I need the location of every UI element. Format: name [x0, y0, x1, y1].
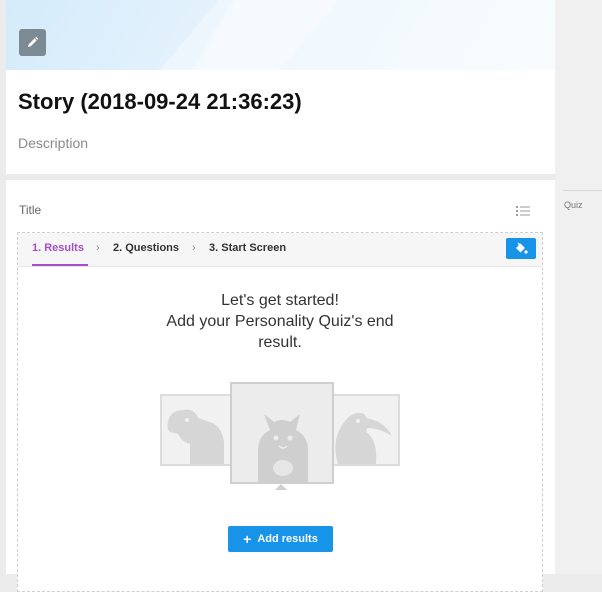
- cover-image: [6, 0, 555, 70]
- right-sidebar: Quiz: [555, 0, 602, 574]
- cat-card: [230, 382, 334, 484]
- intro-line-2: Add your Personality Quiz's end: [166, 313, 394, 330]
- active-tab-underline: [32, 264, 88, 266]
- description-field[interactable]: Description: [18, 135, 88, 151]
- chevron-right-icon: ›: [96, 242, 100, 254]
- dog-card: [160, 394, 232, 466]
- intro-line-1: Let's get started!: [221, 292, 339, 309]
- title-label: Title: [19, 203, 42, 217]
- tab-questions[interactable]: 2. Questions: [113, 242, 179, 254]
- pencil-icon: [28, 36, 39, 47]
- plus-icon: +: [243, 531, 252, 547]
- story-title[interactable]: Story (2018-09-24 21:36:23): [18, 89, 302, 115]
- chevron-right-icon: ›: [192, 242, 196, 254]
- paint-bucket-icon: [516, 242, 528, 254]
- story-header-card: Story (2018-09-24 21:36:23) Description: [6, 0, 555, 174]
- quiz-label: Quiz: [564, 200, 583, 210]
- add-results-label: Add results: [257, 533, 318, 545]
- theme-button[interactable]: [506, 238, 536, 259]
- main-column: Story (2018-09-24 21:36:23) Description …: [6, 0, 555, 592]
- sidebar-divider: [563, 190, 602, 191]
- content-card: Title 1. Results › 2. Questions › 3. Sta…: [6, 180, 555, 592]
- edit-cover-button[interactable]: [19, 29, 46, 56]
- selection-pointer: [275, 484, 287, 490]
- results-illustration: [160, 382, 400, 490]
- tab-results[interactable]: 1. Results: [32, 242, 84, 254]
- list-icon[interactable]: [516, 205, 530, 217]
- tab-start-screen[interactable]: 3. Start Screen: [209, 242, 286, 254]
- quiz-editor: 1. Results › 2. Questions › 3. Start Scr…: [17, 232, 543, 592]
- quiz-tabs: 1. Results › 2. Questions › 3. Start Scr…: [18, 233, 542, 267]
- toucan-card: [328, 394, 400, 466]
- intro-text: Let's get started! Add your Personality …: [18, 290, 542, 353]
- intro-line-3: result.: [258, 334, 302, 351]
- add-results-button[interactable]: + Add results: [228, 526, 333, 552]
- cover-stripe: [134, 0, 348, 70]
